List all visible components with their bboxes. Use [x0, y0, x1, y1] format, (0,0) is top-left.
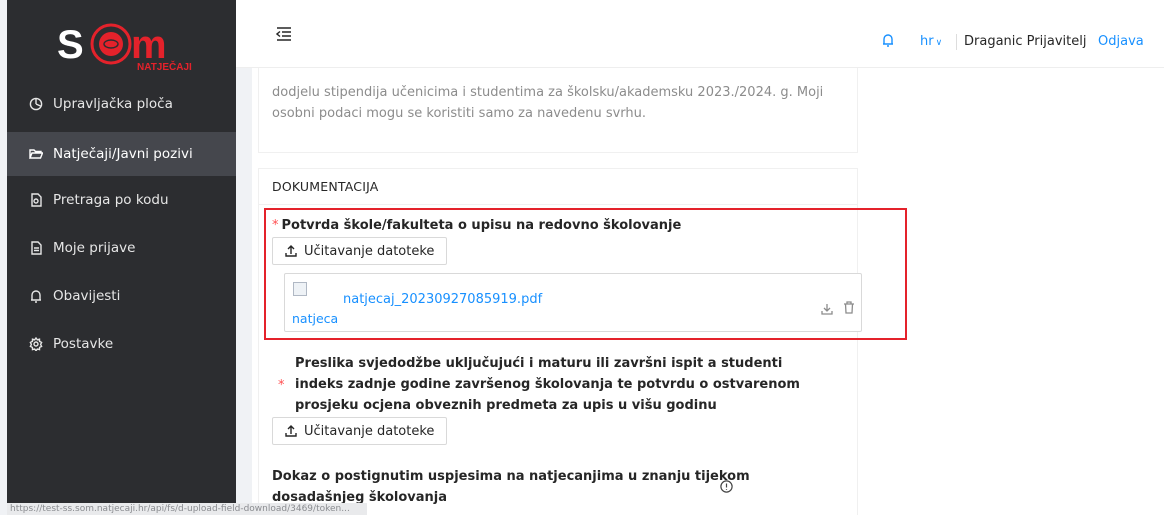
- sidebar-item-label: Upravljačka ploča: [53, 96, 173, 112]
- top-header: hr ∨ Draganic Prijavitelj Odjava: [236, 0, 1164, 68]
- dashboard-icon: [29, 97, 43, 111]
- header-divider: [956, 34, 957, 50]
- sidebar-item-label: Natječaji/Javni pozivi: [53, 146, 193, 162]
- som-logo[interactable]: S m NATJEČAJI: [55, 20, 205, 72]
- sidebar-item-label: Pretraga po kodu: [53, 192, 169, 208]
- chevron-down-icon: ∨: [935, 38, 943, 48]
- sidebar-item-obavijesti[interactable]: Obavijesti: [7, 274, 236, 318]
- language-value: hr: [920, 34, 934, 49]
- sidebar-item-label: Moje prijave: [53, 240, 136, 256]
- upload-button[interactable]: Učitavanje datoteke: [272, 417, 448, 445]
- svg-text:m: m: [131, 23, 167, 67]
- field-label-competitions-line1: Dokaz o postignutim uspjesima na natjeca…: [272, 469, 750, 484]
- right-panel: [886, 68, 1164, 515]
- field-label-certificate-line2: indeks zadnje godine završenog školovanj…: [295, 377, 800, 392]
- file-search-icon: [29, 193, 43, 207]
- highlight-annotation: [264, 208, 907, 340]
- sidebar-item-natjecaji[interactable]: Natječaji/Javni pozivi: [7, 132, 236, 176]
- notifications-bell-icon[interactable]: [881, 33, 895, 47]
- sidebar-item-pretraga[interactable]: Pretraga po kodu: [7, 178, 236, 222]
- logo-area: S m NATJEČAJI: [7, 0, 236, 80]
- logo-subtitle: NATJEČAJI: [137, 60, 192, 72]
- browser-status-url: https://test-ss.som.natjecaji.hr/api/fs/…: [7, 503, 367, 515]
- sidebar: S m NATJEČAJI Upravljačka ploča Natječaj…: [7, 0, 236, 515]
- upload-icon: [285, 425, 297, 437]
- section-divider: [258, 204, 858, 205]
- sidebar-item-postavke[interactable]: Postavke: [7, 322, 236, 366]
- svg-text:S: S: [57, 23, 84, 67]
- upload-button-label: Učitavanje datoteke: [304, 423, 435, 439]
- menu-fold-icon[interactable]: [276, 27, 292, 41]
- documentation-title: DOKUMENTACIJA: [272, 179, 379, 194]
- sidebar-item-label: Postavke: [53, 336, 114, 352]
- bell-icon: [29, 289, 43, 303]
- field-label-certificate-line3: prosjeku ocjena obveznih predmeta za upi…: [295, 398, 717, 413]
- main-content: dodjelu stipendija učenicima i studentim…: [236, 68, 1164, 515]
- user-name: Draganic Prijavitelj: [964, 34, 1087, 49]
- sidebar-item-moje-prijave[interactable]: Moje prijave: [7, 226, 236, 270]
- gear-icon: [29, 337, 43, 351]
- consent-text: dodjelu stipendija učenicima i studentim…: [272, 85, 824, 121]
- required-marker: *: [278, 378, 285, 393]
- language-selector[interactable]: hr ∨: [920, 34, 942, 49]
- field-label-certificate-line1: Preslika svjedodžbe uključujući i maturu…: [295, 356, 783, 371]
- logout-link[interactable]: Odjava: [1098, 34, 1144, 49]
- sidebar-item-dashboard[interactable]: Upravljačka ploča: [7, 82, 236, 126]
- folder-open-icon: [29, 147, 43, 161]
- file-text-icon: [29, 241, 43, 255]
- sidebar-item-label: Obavijesti: [53, 288, 121, 304]
- info-icon[interactable]: [720, 478, 733, 493]
